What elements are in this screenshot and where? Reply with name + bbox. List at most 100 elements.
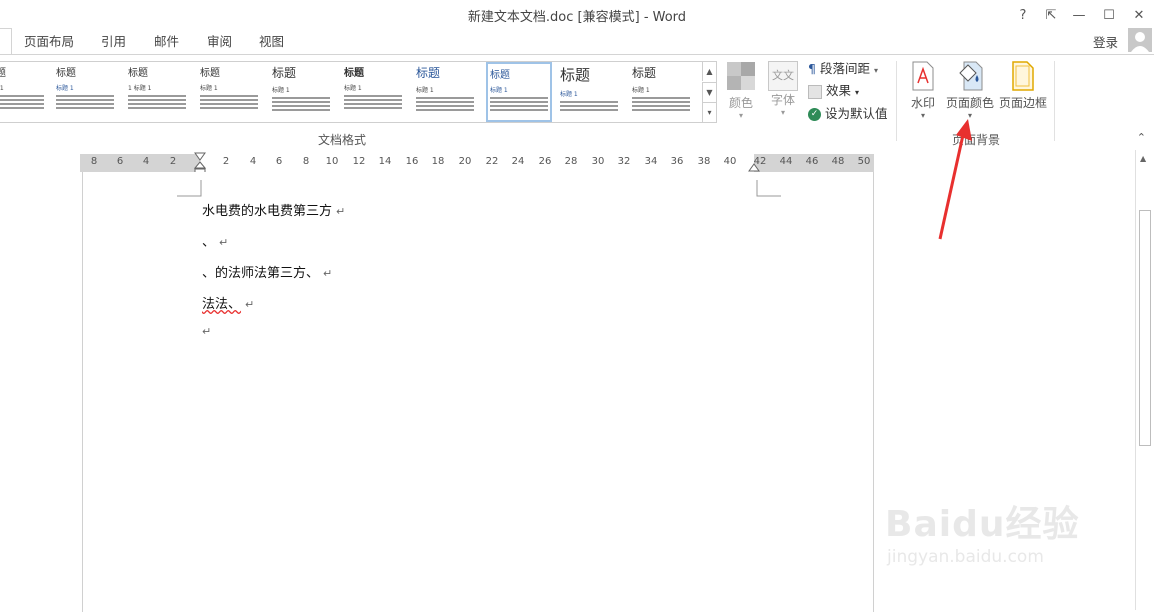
- fonts-icon: 文文: [768, 61, 798, 91]
- watermark-icon: [912, 61, 934, 91]
- ruler-tick-label: 26: [538, 156, 552, 167]
- page-color-button[interactable]: 页面颜色 ▾: [944, 61, 996, 120]
- ruler-tick-label: 50: [857, 156, 871, 167]
- effects-label: 效果: [825, 83, 851, 98]
- vertical-scrollbar[interactable]: ▲: [1135, 150, 1154, 610]
- chevron-down-icon: ▾: [873, 66, 878, 75]
- ribbon: 标题标题 1 标题标题 1 标题1 标题 1 标题标题 1 标题标题 1 标题标…: [0, 54, 1154, 151]
- style-set-item[interactable]: 标题 1 标题 1: [128, 64, 194, 120]
- ruler-tick-label: 34: [644, 156, 658, 167]
- tab-references[interactable]: 引用: [101, 32, 126, 52]
- page-borders-button[interactable]: 页面边框: [998, 61, 1048, 111]
- ribbon-display-options-button[interactable]: ⇱: [1038, 4, 1064, 26]
- ruler-tick-label: 16: [405, 156, 419, 167]
- page-borders-label: 页面边框: [998, 96, 1047, 110]
- tab-design-active[interactable]: [0, 28, 12, 55]
- set-as-default-button[interactable]: ✓ 设为默认值: [808, 104, 888, 124]
- ruler-tick-label: 2: [169, 156, 177, 167]
- window-title: 新建文本文档.doc [兼容模式] - Word: [467, 10, 687, 25]
- ruler-tick-label: 8: [90, 156, 98, 167]
- login-link[interactable]: 登录: [1093, 32, 1118, 51]
- fonts-label: 字体: [770, 93, 795, 107]
- ruler-tick-label: 22: [485, 156, 499, 167]
- style-set-item[interactable]: 标题标题 1: [56, 64, 122, 120]
- ruler-tick-label: 18: [431, 156, 445, 167]
- user-icon: [1131, 32, 1149, 52]
- check-icon: ✓: [808, 108, 821, 121]
- tab-review[interactable]: 审阅: [207, 32, 232, 52]
- style-set-item[interactable]: 标题标题 1: [200, 64, 266, 120]
- ruler-tick-label: 6: [116, 156, 124, 167]
- document-page[interactable]: 水电费的水电费第三方 ↵ 、 ↵ 、的法师法第三方、 ↵ 法法、 ↵ ↵: [82, 172, 874, 612]
- colors-dropdown-icon: ▾: [738, 111, 743, 120]
- group-separator: [1054, 61, 1055, 141]
- right-indent-marker-icon[interactable]: [748, 162, 760, 172]
- tab-mailings[interactable]: 邮件: [154, 32, 179, 52]
- style-set-item[interactable]: 标题标题 1: [0, 64, 52, 120]
- watermark-button[interactable]: 水印 ▾: [904, 61, 942, 120]
- document-paragraph[interactable]: 法法、 ↵: [202, 293, 254, 312]
- colors-button[interactable]: 颜色 ▾: [724, 61, 758, 120]
- style-set-item[interactable]: 标题标题 1: [632, 64, 698, 120]
- ruler-tick-label: 12: [352, 156, 366, 167]
- page-borders-icon: [1012, 61, 1034, 91]
- fonts-dropdown-icon: ▾: [780, 108, 785, 117]
- collapse-ribbon-icon[interactable]: ⌃: [1137, 131, 1146, 144]
- paragraph-mark: ↵: [202, 325, 212, 338]
- ruler-tick-label: 8: [302, 156, 310, 167]
- gallery-scroll-up-button[interactable]: ▲: [702, 62, 716, 81]
- ruler-tick-label: 32: [617, 156, 631, 167]
- paragraph-mark: ↵: [323, 267, 333, 280]
- paragraph-mark: ↵: [219, 236, 229, 249]
- margin-corner-top-right: [756, 180, 781, 197]
- ruler-tick-label: 28: [564, 156, 578, 167]
- margin-corner-top-left: [177, 180, 202, 197]
- effects-button[interactable]: 效果 ▾: [808, 81, 859, 101]
- style-set-gallery: 标题标题 1 标题标题 1 标题1 标题 1 标题标题 1 标题标题 1 标题标…: [0, 61, 717, 123]
- style-set-item[interactable]: 标题标题 1: [344, 64, 410, 120]
- help-button[interactable]: ?: [1010, 4, 1036, 26]
- style-set-item[interactable]: 标题标题 1: [416, 64, 482, 120]
- tab-view[interactable]: 视图: [259, 32, 284, 52]
- style-set-item-selected[interactable]: 标题 标题 1: [486, 62, 552, 122]
- maximize-button[interactable]: ☐: [1096, 4, 1122, 26]
- gallery-more-button[interactable]: ▾: [702, 102, 716, 122]
- ruler-tick-label: 44: [779, 156, 793, 167]
- effects-icon: [808, 84, 822, 99]
- fonts-button[interactable]: 文文 字体 ▾: [766, 61, 800, 117]
- document-paragraph[interactable]: 、的法师法第三方、 ↵: [202, 262, 332, 281]
- ruler-tick-label: 30: [591, 156, 605, 167]
- scroll-up-icon[interactable]: ▲: [1140, 154, 1146, 163]
- paragraph-spacing-label: 段落间距: [819, 61, 870, 76]
- close-button[interactable]: ✕: [1126, 4, 1152, 26]
- ruler-tick-label: 14: [378, 156, 392, 167]
- scrollbar-thumb[interactable]: [1139, 210, 1151, 446]
- colors-label: 颜色: [728, 96, 753, 110]
- annotation-arrow-icon: [938, 119, 972, 240]
- horizontal-ruler[interactable]: 8 6 4 2 2 4 6 8 10 12 14 16 18 20 22 24 …: [80, 152, 874, 176]
- watermark-url: jingyan.baidu.com: [887, 547, 1044, 567]
- ruler-tick-label: 40: [723, 156, 737, 167]
- ruler-tick-label: 20: [458, 156, 472, 167]
- style-set-item[interactable]: 标题标题 1: [560, 64, 626, 120]
- watermark-label: 水印: [910, 96, 935, 110]
- avatar[interactable]: [1128, 28, 1152, 52]
- watermark-brand: Baidu经验: [885, 504, 1080, 545]
- title-bar: 新建文本文档.doc [兼容模式] - Word ? ⇱ — ☐ ✕: [0, 0, 1154, 30]
- minimize-button[interactable]: —: [1066, 4, 1092, 26]
- page-color-icon: [959, 61, 983, 91]
- ruler-tick-label: 10: [325, 156, 339, 167]
- style-set-item[interactable]: 标题标题 1: [272, 64, 338, 120]
- document-paragraph[interactable]: ↵: [202, 324, 211, 339]
- colors-icon: [727, 62, 755, 90]
- baidu-jingyan-watermark: Baidu经验 jingyan.baidu.com: [885, 495, 1095, 605]
- document-paragraph[interactable]: 、 ↵: [202, 231, 228, 250]
- gallery-scroll-down-button[interactable]: ▼: [702, 82, 716, 102]
- document-paragraph[interactable]: 水电费的水电费第三方 ↵: [202, 200, 345, 219]
- ruler-tick-label: 24: [511, 156, 525, 167]
- ruler-tick-label: 48: [831, 156, 845, 167]
- paragraph-spacing-button[interactable]: ¶ 段落间距 ▾: [808, 59, 878, 79]
- page-color-label: 页面颜色: [945, 96, 994, 110]
- tab-page-layout[interactable]: 页面布局: [24, 32, 74, 52]
- ruler-tick-label: 2: [222, 156, 230, 167]
